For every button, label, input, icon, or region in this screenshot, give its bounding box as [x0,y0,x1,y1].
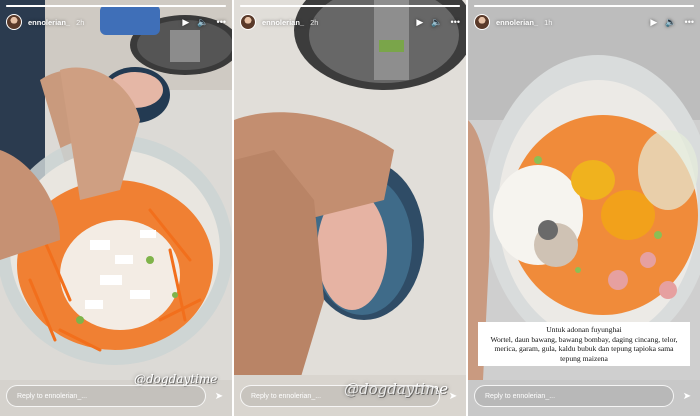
speaker-icon[interactable]: 🔈 [665,17,676,27]
play-icon[interactable]: ▶ [650,17,657,27]
story-panel-1[interactable]: ennolerian_ 2h ▶ 🔈 ••• @dogdaytime Reply… [0,0,232,416]
post-time: 1h [544,17,553,27]
story-3-footer: Reply to ennolerian_... ➤ [474,384,694,408]
avatar[interactable] [6,14,22,30]
reply-input[interactable]: Reply to ennolerian_... [240,385,440,407]
username[interactable]: ennolerian_ [496,18,538,27]
story-2-footer: Reply to ennolerian_... ➤ [240,384,460,408]
avatar[interactable] [240,14,256,30]
play-icon[interactable]: ▶ [416,17,423,27]
story-2-progress-fill [240,5,460,7]
more-icon[interactable]: ••• [685,17,694,27]
post-time: 2h [310,17,319,27]
story-1-footer: Reply to ennolerian_... ➤ [6,384,226,408]
post-time: 2h [76,17,85,27]
story-controls: ▶ 🔈 ••• [182,17,226,27]
more-icon[interactable]: ••• [451,17,460,27]
story-panel-2[interactable]: ennolerian_ 2h ▶ 🔈 ••• @dogdaytime Reply… [234,0,466,416]
story-3-progress-fill [474,5,694,7]
send-icon[interactable]: ➤ [212,389,226,403]
caption-title: Untuk adonan fuyunghai [546,325,622,335]
story-2-header: ennolerian_ 2h ▶ 🔈 ••• [240,12,460,32]
story-1-photo [0,0,232,416]
caption-body: Wortel, daun bawang, bawang bombay, dagi… [490,334,678,363]
story-1-progress-fill [6,5,226,7]
story-controls: ▶ 🔈 ••• [416,17,460,27]
story-3-header: ennolerian_ 1h ▶ 🔈 ••• [474,12,694,32]
username[interactable]: ennolerian_ [28,18,70,27]
recipe-caption: Untuk adonan fuyunghai Wortel, daun bawa… [478,322,690,366]
story-strip: ennolerian_ 2h ▶ 🔈 ••• @dogdaytime Reply… [0,0,700,416]
play-icon[interactable]: ▶ [182,17,189,27]
story-controls: ▶ 🔈 ••• [650,17,694,27]
more-icon[interactable]: ••• [217,17,226,27]
send-icon[interactable]: ➤ [446,389,460,403]
story-3-progress [474,5,694,7]
story-2-progress [240,5,460,7]
reply-input[interactable]: Reply to ennolerian_... [474,385,674,407]
speaker-icon[interactable]: 🔈 [197,17,208,27]
speaker-icon[interactable]: 🔈 [431,17,442,27]
username[interactable]: ennolerian_ [262,18,304,27]
avatar[interactable] [474,14,490,30]
story-1-header: ennolerian_ 2h ▶ 🔈 ••• [6,12,226,32]
story-2-photo [234,0,466,416]
reply-input[interactable]: Reply to ennolerian_... [6,385,206,407]
story-1-progress [6,5,226,7]
send-icon[interactable]: ➤ [680,389,694,403]
story-panel-3[interactable]: ennolerian_ 1h ▶ 🔈 ••• Untuk adonan fuyu… [468,0,700,416]
